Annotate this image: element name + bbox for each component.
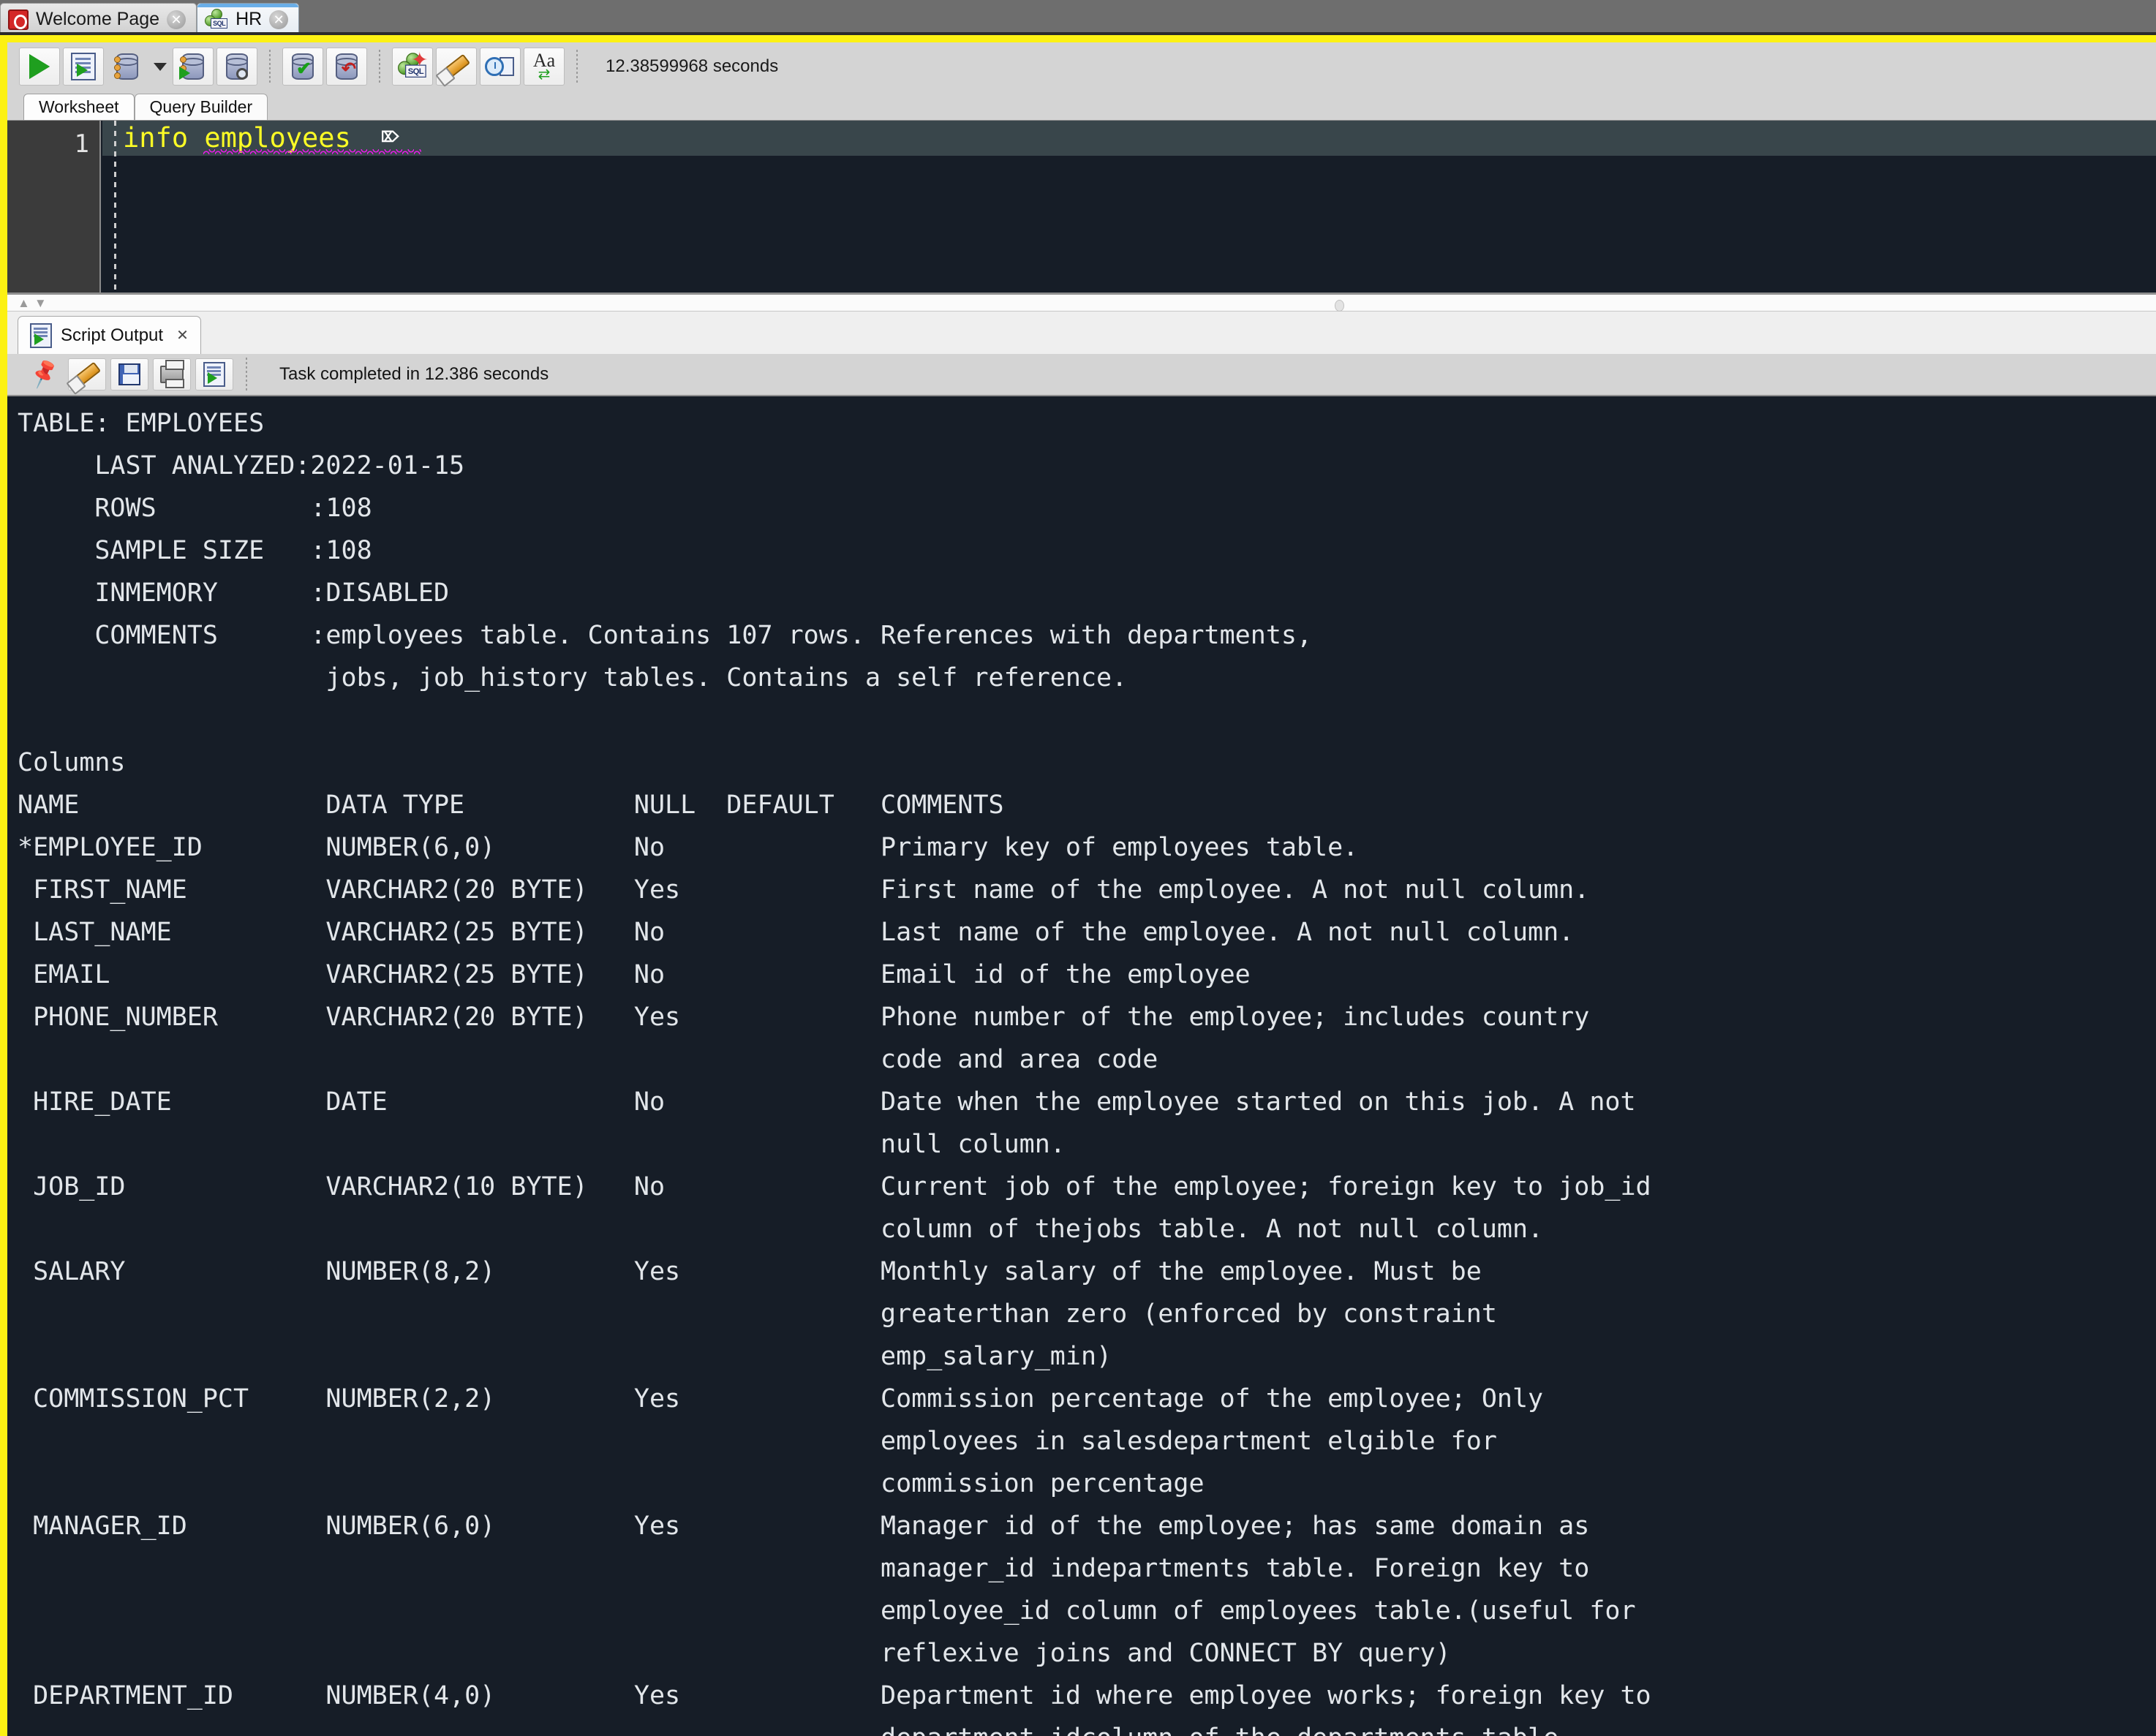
tab-script-output[interactable]: Script Output ✕ <box>18 316 201 354</box>
tab-worksheet-label: Worksheet <box>39 97 119 116</box>
document-tab-strip: Welcome Page ✕ SQL HR ✕ <box>0 0 2156 35</box>
script-output-toolbar: 📌 Task completed in 12.386 seconds <box>7 354 2156 395</box>
line-number: 1 <box>74 129 89 159</box>
commit-dropdown-button[interactable] <box>107 48 148 86</box>
run-statement-button[interactable] <box>19 48 60 86</box>
aa-swap-icon: Aa ⇄ <box>532 50 556 83</box>
close-icon[interactable]: ✕ <box>176 326 189 344</box>
pin-output-button[interactable]: 📌 <box>26 358 64 390</box>
toolbar-separator <box>576 50 578 83</box>
tab-welcome-page[interactable]: Welcome Page ✕ <box>0 3 197 35</box>
sql-connection-icon: SQL <box>205 8 228 31</box>
eraser-icon <box>72 361 102 388</box>
execution-timing: 12.38599968 seconds <box>606 56 779 76</box>
script-output-tab-bar: Script Output ✕ <box>7 312 2156 354</box>
close-icon[interactable]: ✕ <box>167 10 186 29</box>
floppy-disk-icon <box>118 363 140 385</box>
clear-output-button[interactable] <box>68 358 106 390</box>
rollback-button[interactable]: ↶ <box>326 48 367 86</box>
toolbar-separator <box>379 50 380 83</box>
worksheet-tab-bar: Worksheet Query Builder <box>7 91 2156 120</box>
save-output-button[interactable] <box>110 358 148 390</box>
splitter-grip[interactable] <box>1335 300 1344 312</box>
tab-worksheet[interactable]: Worksheet <box>23 94 135 120</box>
unshared-worksheet-button[interactable]: SQL ✦ <box>392 48 433 86</box>
run-script-button[interactable] <box>63 48 104 86</box>
tab-query-builder[interactable]: Query Builder <box>134 94 268 120</box>
green-play-icon <box>29 54 50 79</box>
database-gear-icon <box>114 53 138 80</box>
toolbar-separator <box>246 358 247 391</box>
autotrace-button[interactable] <box>216 48 257 86</box>
worksheet-toolbar: ✔ ↶ SQL ✦ Aa ⇄ 12.38599968 seconds <box>7 42 2156 91</box>
database-undo-icon: ↶ <box>336 53 358 80</box>
pin-icon: 📌 <box>27 358 62 390</box>
sql-editor[interactable]: 1 info employees ⌦ <box>7 120 2156 293</box>
tab-script-output-label: Script Output <box>61 325 164 345</box>
database-check-icon: ✔ <box>292 53 314 80</box>
tab-welcome-page-label: Welcome Page <box>36 9 160 29</box>
indent-guide <box>114 121 116 293</box>
script-output-console[interactable]: TABLE: EMPLOYEES LAST ANALYZED:2022-01-1… <box>7 395 2156 1736</box>
chevron-down-icon[interactable] <box>154 62 167 71</box>
printer-icon <box>160 360 184 388</box>
open-output-button[interactable] <box>195 358 233 390</box>
tab-query-builder-label: Query Builder <box>149 97 253 116</box>
database-search-icon <box>226 53 248 80</box>
commit-button[interactable]: ✔ <box>282 48 323 86</box>
tab-hr[interactable]: SQL HR ✕ <box>197 3 300 35</box>
eraser-icon <box>442 53 471 80</box>
tab-hr-label: HR <box>235 9 263 29</box>
script-output-icon <box>30 322 52 348</box>
line-number-gutter: 1 <box>7 121 101 293</box>
sql-star-icon: SQL ✦ <box>398 50 428 80</box>
print-output-button[interactable] <box>153 358 191 390</box>
format-button[interactable]: Aa ⇄ <box>524 48 565 86</box>
toolbar-separator <box>269 50 271 83</box>
text-cursor-icon: ⌦ <box>382 120 400 154</box>
script-play-icon <box>71 53 96 80</box>
close-icon[interactable]: ✕ <box>269 10 289 29</box>
panel-splitter[interactable]: ▲▼ <box>7 293 2156 312</box>
clock-document-icon <box>485 54 516 79</box>
sql-history-button[interactable] <box>480 48 521 86</box>
clear-button[interactable] <box>436 48 477 86</box>
task-status-text: Task completed in 12.386 seconds <box>279 364 549 384</box>
oracle-logo-icon <box>8 9 29 30</box>
script-play-icon <box>203 362 225 387</box>
explain-plan-button[interactable] <box>173 48 214 86</box>
database-play-icon <box>179 53 204 80</box>
code-area[interactable]: info employees ⌦ <box>102 120 2156 293</box>
splitter-arrows-icon[interactable]: ▲▼ <box>18 296 51 311</box>
